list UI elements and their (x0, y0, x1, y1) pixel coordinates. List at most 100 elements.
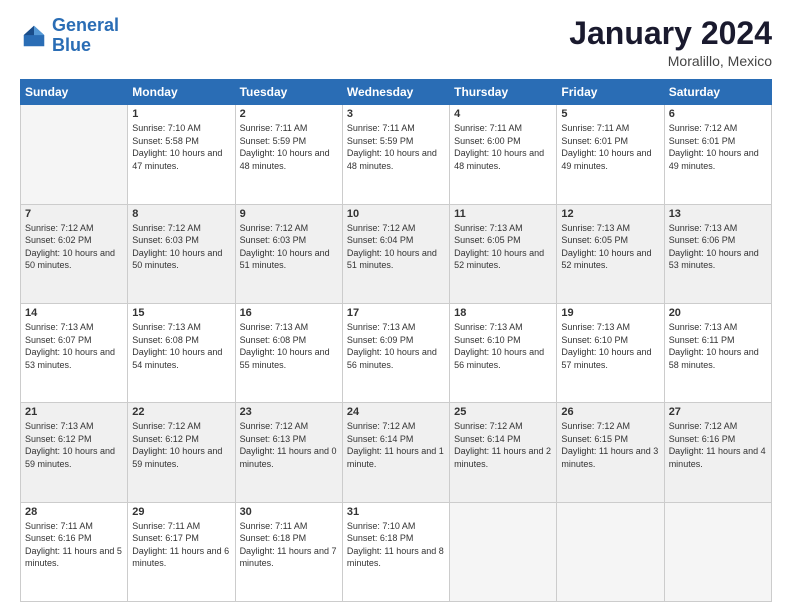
sunrise-text: Sunrise: 7:13 AM (561, 322, 630, 332)
calendar-cell: 13Sunrise: 7:13 AMSunset: 6:06 PMDayligh… (664, 204, 771, 303)
sunrise-text: Sunrise: 7:11 AM (347, 123, 415, 133)
sunset-text: Sunset: 6:03 PM (240, 235, 307, 245)
calendar-cell: 27Sunrise: 7:12 AMSunset: 6:16 PMDayligh… (664, 403, 771, 502)
week-row-1: 1 Sunrise: 7:10 AM Sunset: 5:58 PM Daylight… (21, 105, 772, 204)
cell-info: Sunrise: 7:13 AMSunset: 6:10 PMDaylight:… (561, 321, 659, 371)
sunrise-text: Sunrise: 7:12 AM (561, 421, 630, 431)
cell-day-number: 21 (25, 406, 123, 418)
sunrise-text: Sunrise: 7:12 AM (240, 421, 309, 431)
col-header-saturday: Saturday (664, 80, 771, 105)
sunset-text: Sunset: 6:15 PM (561, 434, 628, 444)
cell-info: Sunrise: 7:11 AMSunset: 5:59 PMDaylight:… (240, 122, 338, 172)
sunrise-text: Sunrise: 7:11 AM (132, 521, 200, 531)
calendar-cell: 24Sunrise: 7:12 AMSunset: 6:14 PMDayligh… (342, 403, 449, 502)
calendar-cell: 6Sunrise: 7:12 AMSunset: 6:01 PMDaylight… (664, 105, 771, 204)
calendar-cell: 7Sunrise: 7:12 AMSunset: 6:02 PMDaylight… (21, 204, 128, 303)
cell-info: Sunrise: 7:12 AMSunset: 6:02 PMDaylight:… (25, 222, 123, 272)
sunset-text: Sunset: 6:02 PM (25, 235, 92, 245)
daylight-text: Daylight: 11 hours and 4 minutes. (669, 446, 766, 469)
sunset-text: Sunset: 6:10 PM (454, 335, 521, 345)
sunrise-text: Sunrise: 7:10 AM (132, 123, 201, 133)
sunrise-text: Sunrise: 7:13 AM (561, 223, 630, 233)
col-header-wednesday: Wednesday (342, 80, 449, 105)
calendar-cell: 30Sunrise: 7:11 AMSunset: 6:18 PMDayligh… (235, 502, 342, 601)
calendar-cell: 15Sunrise: 7:13 AMSunset: 6:08 PMDayligh… (128, 303, 235, 402)
cell-day-number: 12 (561, 208, 659, 220)
sunset-text: Sunset: 6:14 PM (454, 434, 521, 444)
calendar-header-row: SundayMondayTuesdayWednesdayThursdayFrid… (21, 80, 772, 105)
sunrise-text: Sunrise: 7:11 AM (25, 521, 93, 531)
cell-info: Sunrise: 7:12 AMSunset: 6:13 PMDaylight:… (240, 420, 338, 470)
cell-info: Sunrise: 7:12 AMSunset: 6:01 PMDaylight:… (669, 122, 767, 172)
calendar-cell: 10Sunrise: 7:12 AMSunset: 6:04 PMDayligh… (342, 204, 449, 303)
main-title: January 2024 (569, 16, 772, 51)
daylight-text: Daylight: 10 hours and 54 minutes. (132, 347, 222, 370)
cell-day-number: 23 (240, 406, 338, 418)
col-header-tuesday: Tuesday (235, 80, 342, 105)
sunset-text: Sunset: 6:18 PM (240, 533, 307, 543)
sunset-text: Sunset: 6:03 PM (132, 235, 199, 245)
sunset-text: Sunset: 5:59 PM (347, 136, 414, 146)
cell-info: Sunrise: 7:13 AMSunset: 6:11 PMDaylight:… (669, 321, 767, 371)
calendar-cell: 23Sunrise: 7:12 AMSunset: 6:13 PMDayligh… (235, 403, 342, 502)
cell-info: Sunrise: 7:12 AMSunset: 6:14 PMDaylight:… (454, 420, 552, 470)
sunrise-text: Sunrise: 7:12 AM (669, 123, 738, 133)
cell-day-number: 22 (132, 406, 230, 418)
daylight-text: Daylight: 10 hours and 56 minutes. (347, 347, 437, 370)
logo-text: General Blue (52, 16, 119, 56)
cell-info: Sunrise: 7:12 AMSunset: 6:16 PMDaylight:… (669, 420, 767, 470)
sunset-text: Sunset: 6:09 PM (347, 335, 414, 345)
calendar-cell: 9Sunrise: 7:12 AMSunset: 6:03 PMDaylight… (235, 204, 342, 303)
sunset-text: Sunset: 6:12 PM (25, 434, 92, 444)
sunrise-text: Sunrise: 7:12 AM (347, 421, 416, 431)
daylight-text: Daylight: 11 hours and 7 minutes. (240, 546, 337, 569)
sunset-text: Sunset: 6:08 PM (132, 335, 199, 345)
cell-info: Sunrise: 7:10 AMSunset: 6:18 PMDaylight:… (347, 520, 445, 570)
sunrise-text: Sunrise: 7:12 AM (132, 223, 201, 233)
cell-day-number: 16 (240, 307, 338, 319)
cell-day-number: 26 (561, 406, 659, 418)
logo-blue: Blue (52, 35, 91, 55)
header: General Blue January 2024 Moralillo, Mex… (20, 16, 772, 69)
calendar-cell: 3Sunrise: 7:11 AMSunset: 5:59 PMDaylight… (342, 105, 449, 204)
cell-day-number: 11 (454, 208, 552, 220)
calendar-cell (557, 502, 664, 601)
sunset-text: Sunset: 6:07 PM (25, 335, 92, 345)
sunrise-text: Sunrise: 7:13 AM (669, 322, 738, 332)
sunset-text: Sunset: 5:58 PM (132, 136, 199, 146)
logo-icon (20, 22, 48, 50)
daylight-text: Daylight: 10 hours and 48 minutes. (454, 148, 544, 171)
cell-info: Sunrise: 7:13 AMSunset: 6:06 PMDaylight:… (669, 222, 767, 272)
daylight-text: Daylight: 10 hours and 48 minutes. (240, 148, 330, 171)
daylight-text: Daylight: 10 hours and 47 minutes. (132, 148, 222, 171)
calendar-cell: 26Sunrise: 7:12 AMSunset: 6:15 PMDayligh… (557, 403, 664, 502)
sunrise-text: Sunrise: 7:11 AM (240, 123, 308, 133)
sunset-text: Sunset: 6:13 PM (240, 434, 307, 444)
sunset-text: Sunset: 6:18 PM (347, 533, 414, 543)
cell-info: Sunrise: 7:13 AMSunset: 6:05 PMDaylight:… (454, 222, 552, 272)
cell-info: Sunrise: 7:13 AMSunset: 6:12 PMDaylight:… (25, 420, 123, 470)
cell-info: Sunrise: 7:12 AMSunset: 6:03 PMDaylight:… (132, 222, 230, 272)
daylight-text: Daylight: 10 hours and 52 minutes. (561, 248, 651, 271)
sunrise-text: Sunrise: 7:13 AM (454, 322, 523, 332)
cell-day-number: 1 (132, 108, 230, 120)
daylight-text: Daylight: 10 hours and 49 minutes. (561, 148, 651, 171)
daylight-text: Daylight: 10 hours and 59 minutes. (25, 446, 115, 469)
calendar-cell (21, 105, 128, 204)
col-header-thursday: Thursday (450, 80, 557, 105)
cell-day-number: 13 (669, 208, 767, 220)
sunset-text: Sunset: 6:06 PM (669, 235, 736, 245)
calendar-table: SundayMondayTuesdayWednesdayThursdayFrid… (20, 79, 772, 602)
daylight-text: Daylight: 10 hours and 48 minutes. (347, 148, 437, 171)
title-block: January 2024 Moralillo, Mexico (569, 16, 772, 69)
calendar-cell: 11 Sunrise: 7:13 AMSunset: 6:05 PMDayligh… (450, 204, 557, 303)
col-header-sunday: Sunday (21, 80, 128, 105)
sunrise-text: Sunrise: 7:13 AM (669, 223, 738, 233)
week-row-4: 21 Sunrise: 7:13 AMSunset: 6:12 PMDayligh… (21, 403, 772, 502)
daylight-text: Daylight: 10 hours and 55 minutes. (240, 347, 330, 370)
sunset-text: Sunset: 6:05 PM (561, 235, 628, 245)
calendar-cell: 18Sunrise: 7:13 AMSunset: 6:10 PMDayligh… (450, 303, 557, 402)
sunrise-text: Sunrise: 7:11 AM (240, 521, 308, 531)
week-row-5: 28Sunrise: 7:11 AMSunset: 6:16 PMDayligh… (21, 502, 772, 601)
sunrise-text: Sunrise: 7:13 AM (25, 322, 94, 332)
